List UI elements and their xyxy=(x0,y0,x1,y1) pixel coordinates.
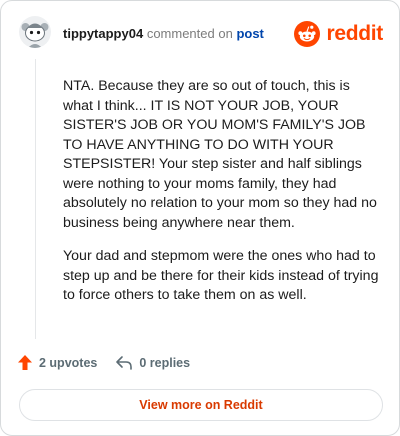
reply-button[interactable]: 0 replies xyxy=(115,355,190,371)
thread-line xyxy=(35,59,36,339)
commented-on-text: commented on xyxy=(146,26,233,41)
post-link[interactable]: post xyxy=(236,26,263,41)
comment-paragraph: NTA. Because they are so out of touch, t… xyxy=(63,78,377,231)
reddit-snoo-icon xyxy=(294,21,321,47)
reddit-wordmark: reddit xyxy=(326,22,383,45)
comment-paragraph: Your dad and stepmom were the ones who h… xyxy=(63,248,379,303)
upvote-button[interactable]: 2 upvotes xyxy=(17,354,97,371)
comment-actions: 2 upvotes 0 replies xyxy=(17,354,208,371)
user-avatar[interactable] xyxy=(19,16,51,48)
upvote-arrow-icon xyxy=(18,355,32,370)
reply-icon xyxy=(116,355,133,370)
view-more-button[interactable]: View more on Reddit xyxy=(19,389,383,421)
reddit-logo[interactable]: reddit xyxy=(294,21,383,47)
snoo-avatar-icon xyxy=(19,16,51,48)
username-link[interactable]: tippytappy04 xyxy=(63,26,143,41)
reply-count: 0 replies xyxy=(139,355,191,370)
comment-header: tippytappy04 commented on post xyxy=(63,26,264,42)
embedded-comment-card: tippytappy04 commented on post reddit NT… xyxy=(0,0,400,436)
upvote-count: 2 upvotes xyxy=(39,355,98,370)
comment-body: NTA. Because they are so out of touch, t… xyxy=(63,77,381,320)
